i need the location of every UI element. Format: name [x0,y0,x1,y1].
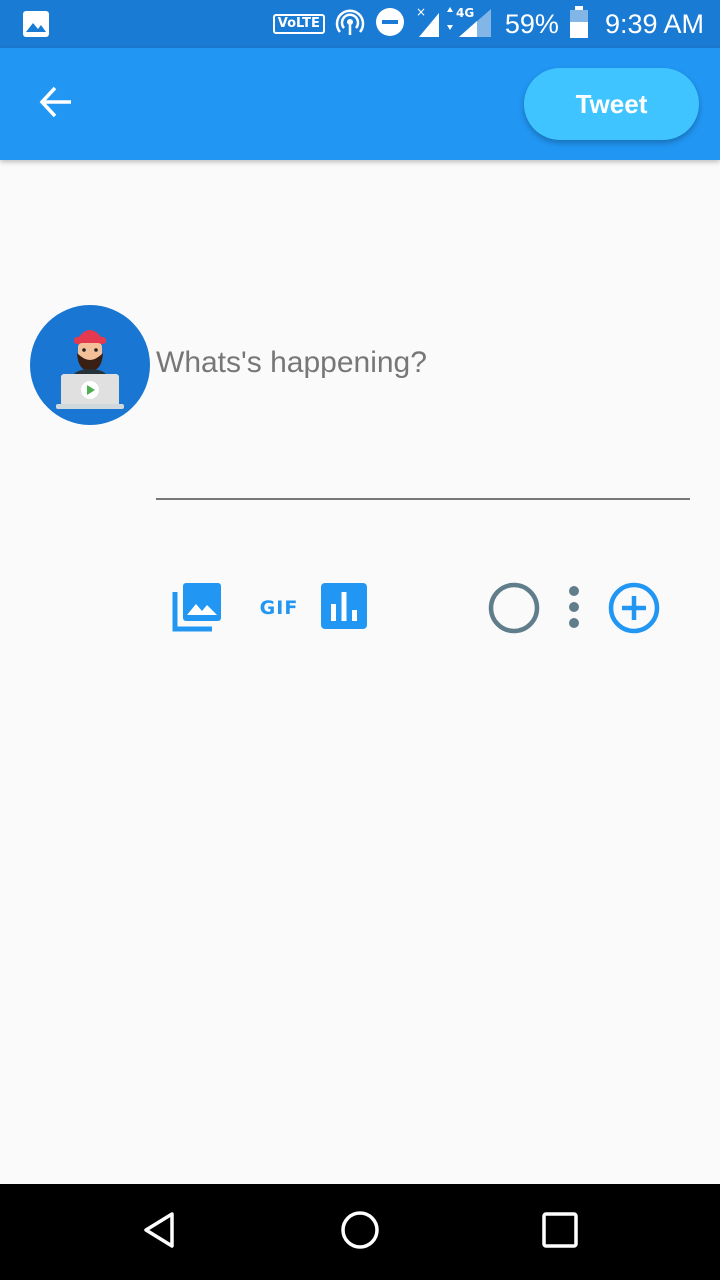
back-triangle-icon [140,1210,180,1255]
clock: 9:39 AM [604,8,704,39]
recents-square-icon [541,1211,579,1254]
nav-back-button[interactable] [130,1202,190,1262]
system-nav-bar [0,1184,720,1280]
arrow-back-icon [38,84,74,125]
gif-icon: GIF [259,597,299,619]
more-options-button[interactable] [558,584,590,634]
progress-circle-icon [487,581,541,640]
nav-recents-button[interactable] [530,1202,590,1262]
svg-text:×: × [416,5,426,19]
poll-icon [320,582,368,635]
photo-library-icon [172,580,224,637]
hotspot-icon [335,7,365,42]
home-circle-icon [339,1209,381,1256]
battery-icon [569,5,589,43]
image-notification-icon [22,10,50,43]
more-vert-icon [567,585,581,634]
add-circle-icon [607,581,661,640]
add-photo-button[interactable] [170,580,226,636]
add-thread-button[interactable] [606,582,662,638]
back-button[interactable] [26,74,86,134]
character-progress [486,582,542,638]
avatar [30,305,150,425]
compose-input[interactable] [156,330,690,500]
volte-badge: VoLTE [272,14,325,34]
add-poll-button[interactable] [318,582,370,634]
battery-percentage: 59% [504,8,559,39]
svg-text:4G: 4G [456,6,474,20]
nav-home-button[interactable] [330,1202,390,1262]
app-bar: Tweet [0,48,720,160]
do-not-disturb-icon [375,7,405,42]
tweet-button[interactable]: Tweet [524,68,699,140]
add-gif-button[interactable]: GIF [255,592,303,624]
signal-icon: × 4G [415,5,495,44]
status-bar: VoLTE × 4G 59% 9:39 AM [0,0,720,48]
